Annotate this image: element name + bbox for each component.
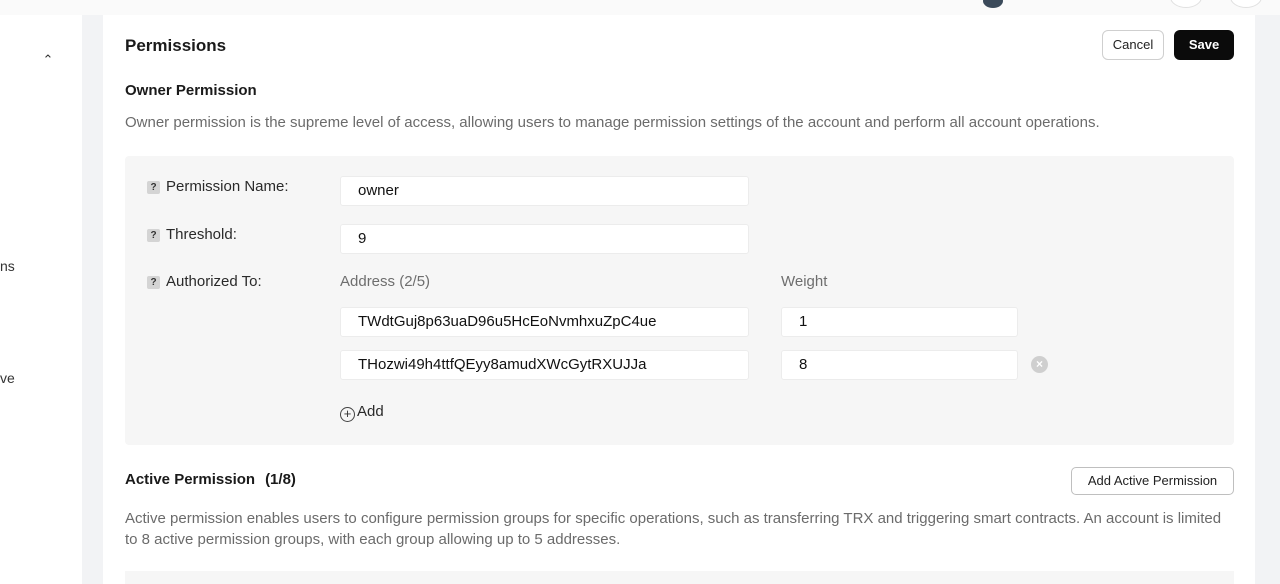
threshold-input[interactable]: 9 <box>340 224 749 254</box>
address-input[interactable]: TWdtGuj8p63uaD96u5HcEoNvmhxuZpC4ue <box>340 307 749 337</box>
address-input[interactable]: THozwi49h4ttfQEyy8amudXWcGytRXUJJa <box>340 350 749 380</box>
permission-name-label: Permission Name: <box>166 178 289 195</box>
add-active-permission-button[interactable]: Add Active Permission <box>1071 467 1234 495</box>
save-button[interactable]: Save <box>1174 30 1234 60</box>
active-permission-form <box>125 571 1234 584</box>
plus-circle-icon: + <box>340 407 355 422</box>
permissions-panel: Permissions Cancel Save Owner Permission… <box>103 15 1255 584</box>
permission-name-input[interactable]: owner <box>340 176 749 206</box>
sidebar: ⌃ ns ve <box>0 15 82 584</box>
active-permission-heading: Active Permission (1/8) <box>125 471 296 488</box>
header-icon-button[interactable] <box>1230 0 1262 8</box>
active-permission-description: Active permission enables users to confi… <box>125 510 1222 548</box>
add-key-button[interactable]: + Add <box>340 403 384 422</box>
close-circle-icon[interactable]: × <box>1031 356 1048 373</box>
authorized-to-label: Authorized To: <box>166 273 262 290</box>
add-key-label: Add <box>357 403 384 420</box>
sidebar-item-label[interactable]: ns <box>0 258 15 274</box>
header-icon-button[interactable] <box>1170 0 1202 8</box>
question-icon[interactable]: ? <box>147 181 160 194</box>
cancel-button[interactable]: Cancel <box>1102 30 1164 60</box>
weight-input[interactable]: 1 <box>781 307 1018 337</box>
owner-permission-form: ? Permission Name: owner ? Threshold: 9 … <box>125 156 1234 445</box>
question-icon[interactable]: ? <box>147 229 160 242</box>
active-permission-title: Active Permission <box>125 471 256 488</box>
owner-permission-description: Owner permission is the supreme level of… <box>125 114 1100 131</box>
address-column-header: Address (2/5) <box>340 273 431 290</box>
active-permission-count: (1/8) <box>265 471 296 488</box>
owner-permission-heading: Owner Permission <box>125 82 257 99</box>
weight-input[interactable]: 8 <box>781 350 1018 380</box>
chevron-up-icon[interactable]: ⌃ <box>41 53 55 67</box>
top-bar <box>0 0 1280 15</box>
avatar[interactable] <box>983 0 1003 8</box>
question-icon[interactable]: ? <box>147 276 160 289</box>
page-title: Permissions <box>125 36 227 55</box>
weight-column-header: Weight <box>781 273 828 290</box>
threshold-label: Threshold: <box>166 226 237 243</box>
sidebar-item-label[interactable]: ve <box>0 370 15 386</box>
